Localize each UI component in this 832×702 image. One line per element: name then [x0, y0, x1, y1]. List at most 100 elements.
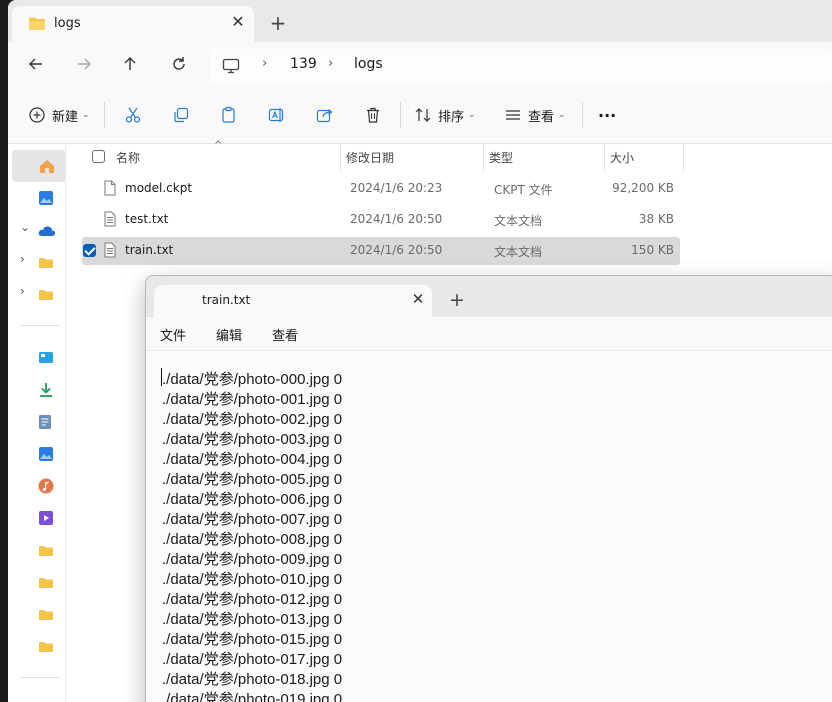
- music-icon: [38, 478, 54, 498]
- sidebar-item-folder[interactable]: [8, 534, 66, 566]
- sort-icon: [415, 108, 431, 122]
- file-name: test.txt: [125, 212, 169, 226]
- navigation-pane: ⌄ › ›: [8, 144, 66, 702]
- command-separator: [104, 102, 105, 128]
- image-icon: [38, 446, 54, 466]
- file-type: 文本文档: [494, 214, 543, 228]
- folder-icon: [38, 574, 54, 593]
- cut-button[interactable]: [124, 104, 142, 126]
- share-icon: [316, 109, 333, 123]
- sidebar-item-pictures[interactable]: [8, 438, 66, 470]
- column-divider[interactable]: [683, 144, 684, 172]
- breadcrumb-item[interactable]: logs: [354, 56, 383, 72]
- text-line: ./data/党参/photo-002.jpg 0: [162, 411, 343, 428]
- notepad-window: train.txt ✕ + 文件 编辑 查看 ./data/党参/photo-0…: [145, 275, 832, 702]
- refresh-button[interactable]: [169, 54, 189, 74]
- file-size: 92,200 KB: [612, 181, 674, 195]
- menu-file[interactable]: 文件: [160, 325, 186, 344]
- up-button[interactable]: [120, 54, 140, 74]
- command-separator: [400, 102, 401, 128]
- select-all-checkbox[interactable]: [92, 150, 105, 163]
- navigation-bar: › 139 › logs: [8, 42, 832, 86]
- chevron-down-icon: ⌄: [468, 110, 476, 120]
- file-row[interactable]: test.txt 2024/1/6 20:50 文本文档 38 KB: [82, 206, 680, 234]
- text-line: ./data/党参/photo-001.jpg 0: [162, 391, 343, 408]
- sidebar-item-folder[interactable]: [8, 598, 66, 630]
- paste-button[interactable]: [220, 104, 238, 126]
- text-file-icon: [104, 211, 116, 231]
- column-divider[interactable]: [604, 144, 605, 172]
- delete-button[interactable]: [364, 104, 382, 126]
- new-tab-button[interactable]: +: [446, 290, 468, 312]
- breadcrumb-item[interactable]: 139: [290, 56, 317, 72]
- text-line: ./data/党参/photo-017.jpg 0: [162, 651, 343, 668]
- row-checkbox[interactable]: [83, 244, 96, 257]
- address-bar[interactable]: › 139 › logs: [210, 49, 832, 83]
- folder-icon: [38, 638, 54, 657]
- column-divider[interactable]: [483, 144, 484, 172]
- sidebar-item-folder[interactable]: [8, 630, 66, 662]
- text-line: ./data/党参/photo-018.jpg 0: [162, 671, 343, 688]
- chevron-right-icon: ›: [20, 252, 25, 266]
- rename-button[interactable]: [268, 104, 286, 126]
- forward-button[interactable]: [74, 54, 94, 74]
- new-tab-button[interactable]: +: [266, 12, 290, 36]
- image-icon: [38, 190, 54, 210]
- trash-icon: [367, 107, 379, 123]
- sidebar-item-folder[interactable]: ›: [8, 278, 66, 310]
- file-row[interactable]: train.txt 2024/1/6 20:50 文本文档 150 KB: [82, 237, 680, 265]
- copy-button[interactable]: [172, 104, 190, 126]
- clipboard-icon: [222, 106, 235, 123]
- file-modified: 2024/1/6 20:23: [350, 181, 443, 195]
- file-row[interactable]: model.ckpt 2024/1/6 20:23 CKPT 文件 92,200…: [82, 175, 680, 203]
- list-view-icon: [506, 110, 520, 120]
- sidebar-item-folder[interactable]: ›: [8, 246, 66, 278]
- column-header-name[interactable]: 名称: [116, 149, 140, 166]
- column-header-modified[interactable]: 修改日期: [346, 149, 394, 166]
- text-line: ./data/党参/photo-015.jpg 0: [162, 631, 343, 648]
- arrow-left-icon: [29, 58, 42, 70]
- chevron-right-icon: ›: [328, 56, 334, 71]
- back-button[interactable]: [26, 54, 46, 74]
- text-line: ./data/党参/photo-007.jpg 0: [162, 511, 343, 528]
- file-icon: [104, 180, 116, 200]
- notepad-tab[interactable]: train.txt ✕: [154, 285, 432, 317]
- text-editor[interactable]: ./data/党参/photo-000.jpg 0 ./data/党参/photo…: [146, 351, 832, 702]
- sidebar-item-onedrive[interactable]: ⌄: [8, 214, 66, 246]
- text-line: ./data/党参/photo-003.jpg 0: [162, 431, 343, 448]
- share-button[interactable]: [316, 104, 334, 126]
- sidebar-divider: [20, 677, 60, 678]
- sidebar-item-desktop[interactable]: [8, 342, 66, 374]
- column-header-size[interactable]: 大小: [610, 149, 634, 166]
- close-tab-button[interactable]: ✕: [408, 289, 428, 309]
- sidebar-item-gallery[interactable]: [8, 182, 66, 214]
- more-options-button[interactable]: ···: [598, 104, 616, 126]
- sidebar-item-home[interactable]: [12, 150, 66, 182]
- plus-circle-icon: [29, 107, 45, 123]
- sidebar-item-videos[interactable]: [8, 502, 66, 534]
- column-divider[interactable]: [340, 144, 341, 172]
- file-modified: 2024/1/6 20:50: [350, 212, 443, 226]
- file-size: 150 KB: [631, 243, 674, 257]
- sidebar-item-documents[interactable]: [8, 406, 66, 438]
- file-type: CKPT 文件: [494, 183, 553, 197]
- sidebar-item-folder[interactable]: [8, 566, 66, 598]
- view-button[interactable]: 查看 ⌄: [504, 104, 566, 126]
- new-button[interactable]: 新建 ⌄: [28, 104, 90, 126]
- menu-edit[interactable]: 编辑: [216, 325, 242, 344]
- arrow-right-icon: [78, 58, 91, 70]
- computer-icon: [222, 58, 240, 78]
- close-tab-button[interactable]: ✕: [228, 12, 248, 32]
- view-button-label: 查看: [528, 109, 555, 125]
- text-line: ./data/党参/photo-006.jpg 0: [162, 491, 343, 508]
- menu-view[interactable]: 查看: [272, 325, 298, 344]
- column-header-type[interactable]: 类型: [489, 149, 513, 166]
- sidebar-item-music[interactable]: [8, 470, 66, 502]
- sidebar-item-downloads[interactable]: [8, 374, 66, 406]
- sort-button[interactable]: 排序 ⌄: [414, 104, 476, 126]
- text-line: ./data/党参/photo-009.jpg 0: [162, 551, 343, 568]
- home-icon: [38, 158, 56, 178]
- scissors-icon: [125, 107, 141, 123]
- notepad-menu-bar: 文件 编辑 查看: [146, 317, 832, 351]
- explorer-tab[interactable]: logs ✕: [12, 6, 254, 42]
